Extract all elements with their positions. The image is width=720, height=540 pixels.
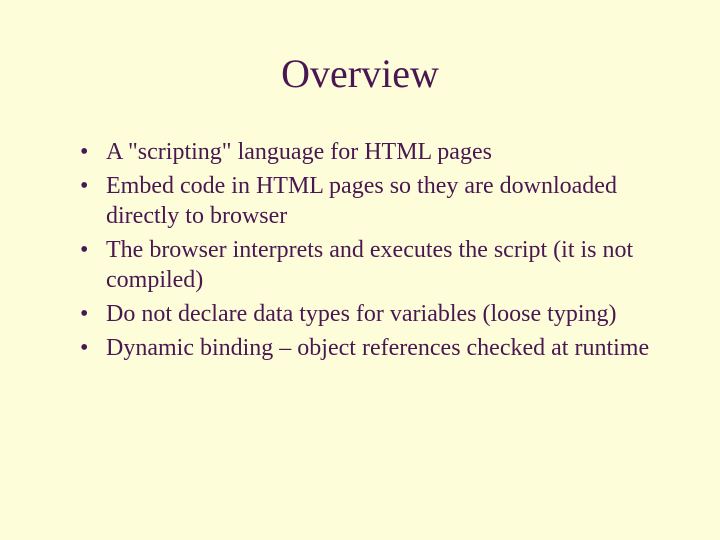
list-item: Dynamic binding – object references chec… <box>86 333 660 363</box>
list-item: The browser interprets and executes the … <box>86 235 660 295</box>
slide: Overview A "scripting" language for HTML… <box>0 0 720 540</box>
list-item: Do not declare data types for variables … <box>86 299 660 329</box>
list-item: A "scripting" language for HTML pages <box>86 137 660 167</box>
bullet-list: A "scripting" language for HTML pages Em… <box>60 137 660 363</box>
list-item: Embed code in HTML pages so they are dow… <box>86 171 660 231</box>
slide-title: Overview <box>60 50 660 97</box>
